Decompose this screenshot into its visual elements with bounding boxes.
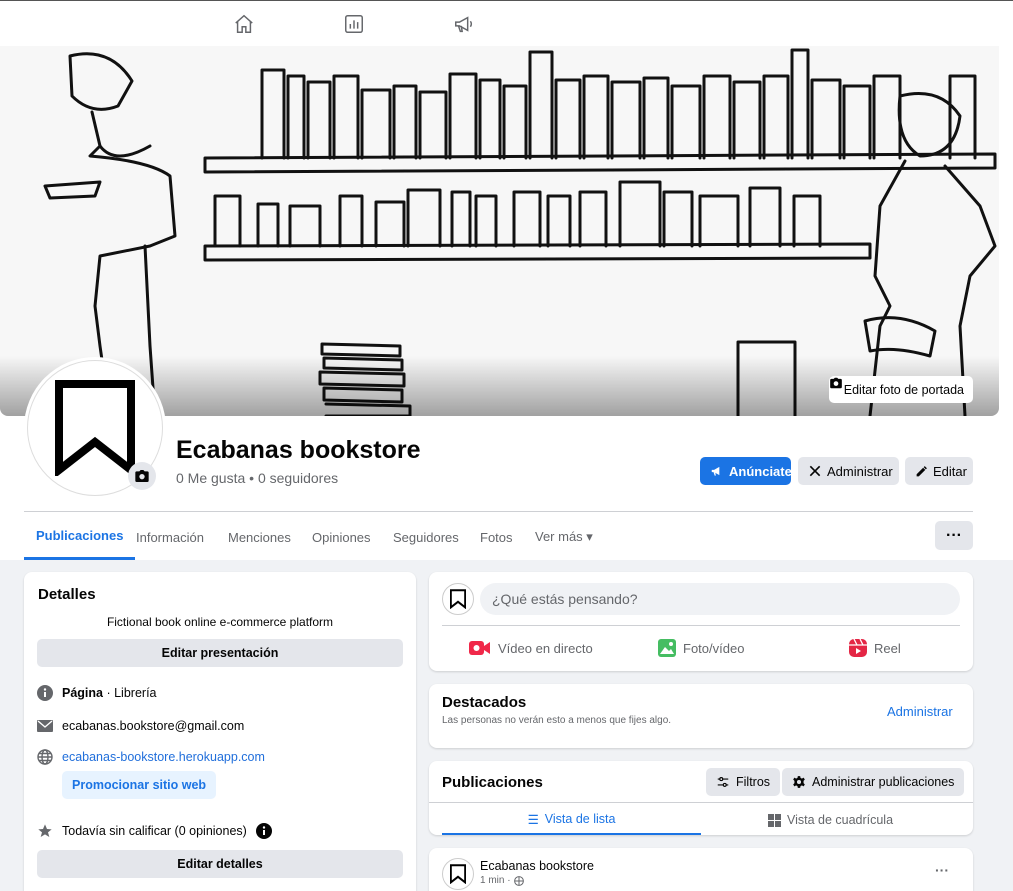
status-input[interactable]: ¿Qué estás pensando? xyxy=(480,583,960,615)
page-category: · Librería xyxy=(103,686,157,700)
page-stats[interactable]: 0 Me gusta • 0 seguidores xyxy=(176,470,338,486)
website-row: ecabanas-bookstore.herokuapp.com xyxy=(37,749,265,765)
reel-button[interactable]: Reel xyxy=(849,636,901,660)
manage-button[interactable]: Administrar xyxy=(798,457,899,485)
star-icon xyxy=(37,823,53,839)
live-video-button[interactable]: Vídeo en directo xyxy=(469,636,593,660)
page-category-row: Página · Librería xyxy=(37,685,157,701)
home-icon[interactable] xyxy=(232,12,256,36)
details-title: Detalles xyxy=(38,586,96,603)
tools-icon xyxy=(808,464,822,478)
rating-row: Todavía sin calificar (0 opiniones) xyxy=(37,823,272,839)
manage-posts-button[interactable]: Administrar publicaciones xyxy=(782,768,965,796)
camera-icon xyxy=(135,470,149,482)
post-timestamp[interactable]: 1 min · xyxy=(480,875,524,886)
filters-label: Filtros xyxy=(736,775,771,789)
photo-video-label: Foto/vídeo xyxy=(683,640,745,656)
pencil-icon xyxy=(915,465,928,478)
gear-icon xyxy=(792,775,806,789)
globe-icon xyxy=(513,875,524,886)
reel-icon xyxy=(849,639,867,657)
tab-publicaciones[interactable]: Publicaciones xyxy=(24,514,136,560)
manage-posts-label: Administrar publicaciones xyxy=(812,775,955,789)
list-view-label: Vista de lista xyxy=(544,812,616,826)
tab-menciones[interactable]: Menciones xyxy=(228,514,291,560)
megaphone-icon xyxy=(710,464,724,478)
edit-cover-photo-label: Editar foto de portada xyxy=(843,382,964,397)
manage-featured-link[interactable]: Administrar xyxy=(887,704,953,719)
envelope-icon xyxy=(37,718,53,734)
grid-view-label: Vista de cuadrícula xyxy=(786,813,894,827)
post-options-button[interactable]: ··· xyxy=(935,862,949,878)
post-time-label: 1 min · xyxy=(480,875,511,886)
photo-icon xyxy=(658,639,676,657)
list-icon: ☰ xyxy=(527,812,539,827)
advertise-button[interactable]: Anúnciate xyxy=(700,457,792,485)
video-camera-icon xyxy=(469,640,491,656)
bookmark-logo-icon xyxy=(450,589,466,609)
insights-icon[interactable] xyxy=(342,12,366,36)
page-bio: Fictional book online e-commerce platfor… xyxy=(106,615,334,629)
top-navigation-bar xyxy=(0,0,1013,46)
info-icon xyxy=(37,685,53,701)
contact-email: ecabanas.bookstore@gmail.com xyxy=(62,719,245,733)
composer-divider xyxy=(442,625,960,626)
details-card: Detalles Fictional book online e-commerc… xyxy=(24,572,416,891)
page-type-label: Página xyxy=(62,686,103,700)
tab-seguidores[interactable]: Seguidores xyxy=(393,514,459,560)
post-item: Ecabanas bookstore 1 min · ··· xyxy=(429,848,973,891)
avatar[interactable] xyxy=(442,858,474,890)
website-link[interactable]: ecabanas-bookstore.herokuapp.com xyxy=(62,750,265,764)
tab-ver-mas[interactable]: Ver más ▾ xyxy=(535,514,593,560)
photo-video-button[interactable]: Foto/vídeo xyxy=(658,636,744,660)
email-row: ecabanas.bookstore@gmail.com xyxy=(37,718,244,734)
tab-fotos[interactable]: Fotos xyxy=(480,514,513,560)
tab-opiniones[interactable]: Opiniones xyxy=(312,514,371,560)
more-options-button[interactable]: ··· xyxy=(935,521,973,550)
featured-subtitle: Las personas no verán esto a menos que f… xyxy=(442,715,672,726)
bookmark-logo-icon xyxy=(55,380,135,476)
edit-label: Editar xyxy=(933,463,967,479)
bookmark-logo-icon xyxy=(450,864,466,884)
list-view-tab[interactable]: ☰ Vista de lista xyxy=(442,805,701,835)
promote-website-button[interactable]: Promocionar sitio web xyxy=(62,771,217,799)
grid-icon xyxy=(767,813,781,827)
featured-title: Destacados xyxy=(442,694,527,711)
posts-divider xyxy=(429,802,973,803)
sliders-icon xyxy=(716,775,730,789)
edit-cover-photo-button[interactable]: Editar foto de portada xyxy=(828,376,973,403)
featured-card: Destacados Las personas no verán esto a … xyxy=(429,684,973,748)
edit-details-button[interactable]: Editar detalles xyxy=(37,850,403,878)
posts-title: Publicaciones xyxy=(442,774,543,791)
grid-view-tab[interactable]: Vista de cuadrícula xyxy=(701,805,960,835)
filters-button[interactable]: Filtros xyxy=(706,768,781,796)
advertise-label: Anúnciate xyxy=(729,463,792,479)
info-icon[interactable] xyxy=(255,823,272,839)
edit-intro-button[interactable]: Editar presentación xyxy=(37,639,403,667)
update-profile-picture-button[interactable] xyxy=(128,462,156,490)
live-video-label: Vídeo en directo xyxy=(498,640,593,656)
rating-text: Todavía sin calificar (0 opiniones) xyxy=(62,824,247,838)
post-composer: ¿Qué estás pensando? Vídeo en directo Fo… xyxy=(429,572,973,671)
tabs-divider xyxy=(24,511,973,512)
posts-card: Publicaciones Filtros Administrar public… xyxy=(429,761,973,835)
globe-icon xyxy=(37,749,53,765)
post-author[interactable]: Ecabanas bookstore xyxy=(480,859,594,873)
page-title: Ecabanas bookstore xyxy=(176,436,421,464)
page-header: Editar foto de portada Ecabanas bookstor… xyxy=(0,46,1013,560)
cover-photo: Editar foto de portada xyxy=(0,46,999,416)
edit-page-button[interactable]: Editar xyxy=(905,457,973,485)
avatar[interactable] xyxy=(442,583,474,615)
tab-informacion[interactable]: Información xyxy=(136,514,204,560)
reel-label: Reel xyxy=(874,640,901,656)
megaphone-icon[interactable] xyxy=(452,12,476,36)
manage-label: Administrar xyxy=(827,463,893,479)
